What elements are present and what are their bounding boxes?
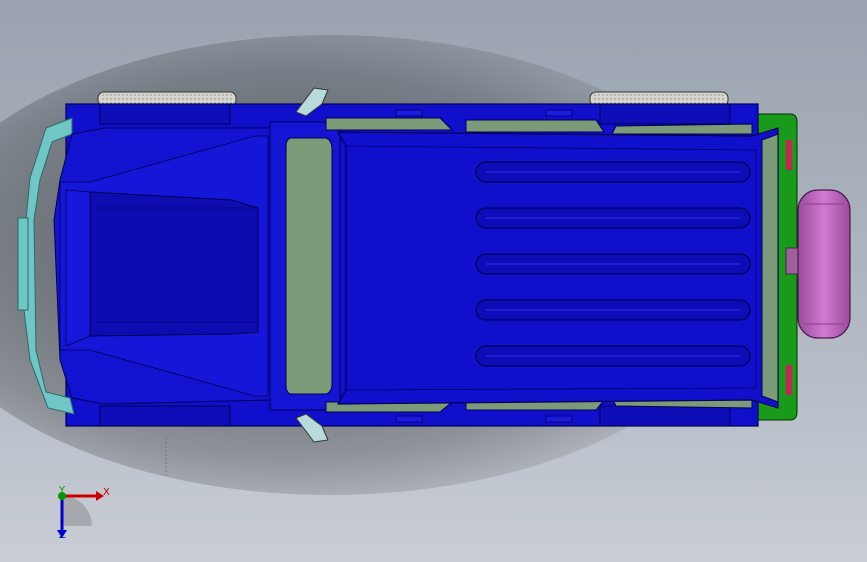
side-window-top-2: [465, 119, 605, 133]
front-plate: [17, 217, 29, 311]
z-axis-label: Z: [59, 530, 66, 541]
rear-light-bottom: [786, 365, 792, 395]
triad-shading: [62, 496, 92, 526]
y-axis-label: Y: [59, 485, 66, 496]
side-window-top-1: [325, 117, 454, 131]
rear-light-top: [786, 140, 792, 170]
vehicle-model[interactable]: [0, 0, 867, 562]
graphics-viewport[interactable]: X Y Z: [0, 0, 867, 562]
x-axis-label: X: [103, 487, 110, 498]
hood-center: [89, 191, 259, 337]
rear-window: [761, 133, 779, 403]
windshield: [285, 137, 333, 395]
side-window-top-3: [611, 123, 753, 135]
spare-wheel: [797, 189, 851, 339]
